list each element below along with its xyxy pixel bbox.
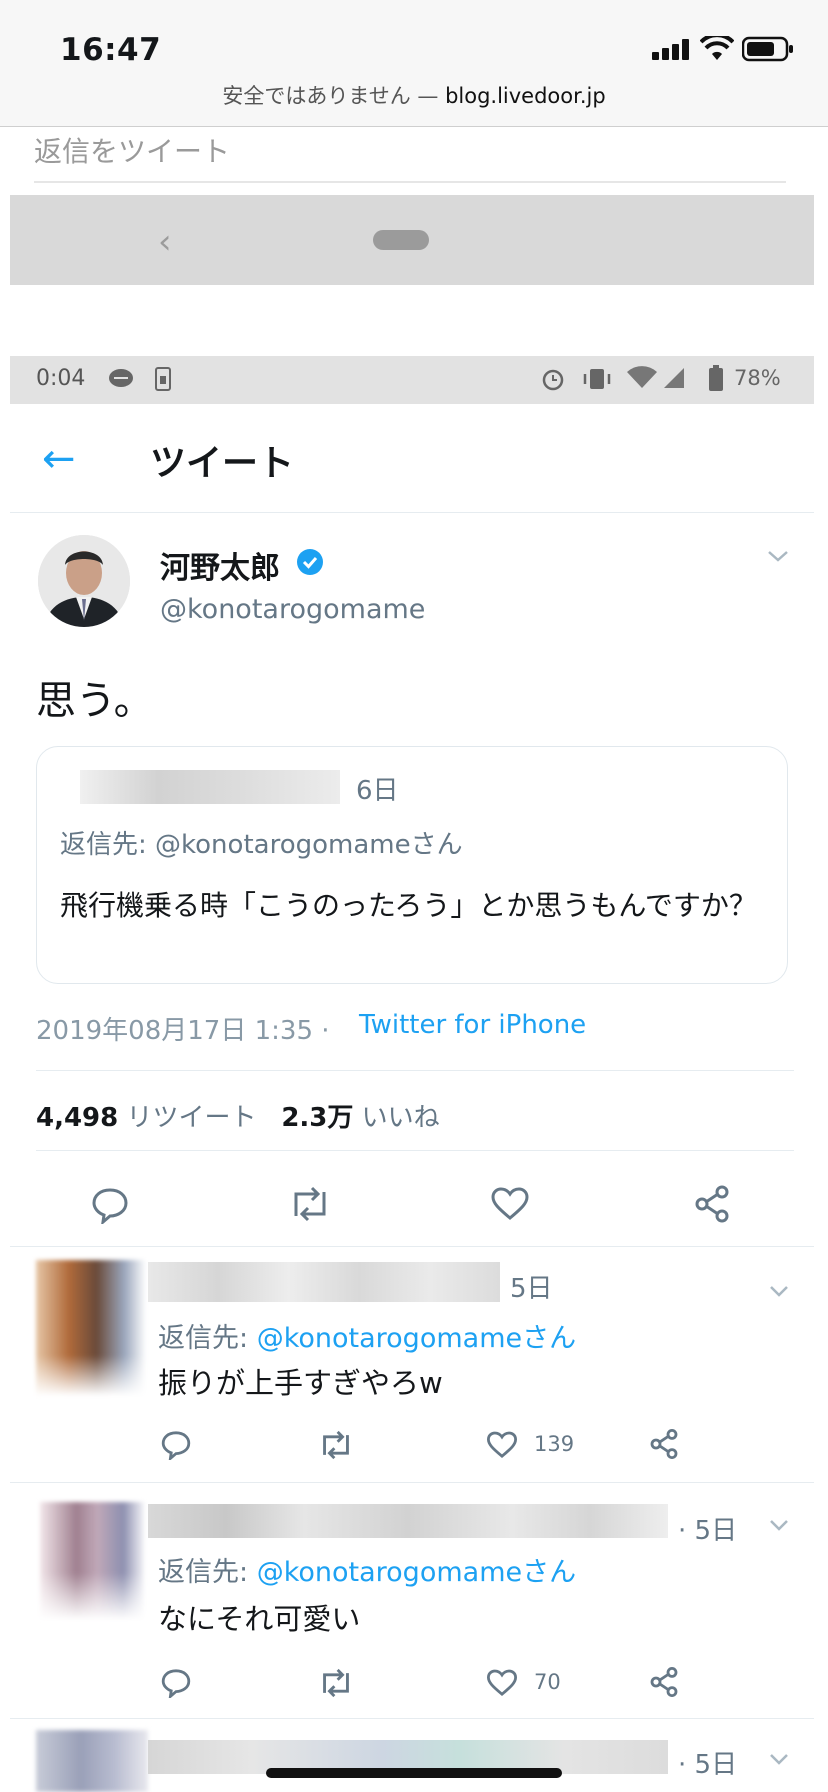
vibrate-icon: [583, 369, 611, 389]
blurred-username: [148, 1262, 500, 1302]
security-warning: 安全ではありません —: [222, 84, 439, 108]
ios-clock: 16:47: [60, 32, 162, 68]
home-indicator[interactable]: [266, 1768, 562, 1778]
android-wifi-icon: [627, 366, 657, 388]
quote-time: 6日: [356, 776, 399, 806]
chevron-down-icon[interactable]: [766, 548, 790, 564]
quote-reply-to: 返信先: @konotarogomameさん: [60, 830, 463, 860]
reply-icon[interactable]: [90, 1184, 130, 1224]
avatar[interactable]: [36, 1260, 146, 1396]
avatar-photo: [38, 535, 130, 627]
tweet-timestamp: 2019年08月17日 1:35 ·: [36, 1016, 330, 1046]
reply-text: なにそれ可愛い: [158, 1602, 361, 1636]
quote-text: 飛行機乗る時「こうのったろう」とか思うもんですか？: [60, 889, 757, 922]
url-host: blog.livedoor.jp: [445, 84, 606, 108]
sim-icon: [155, 367, 171, 391]
tweet-stats: 4,498 リツイート 2.3万 いいね: [36, 1097, 440, 1134]
android-clock: 0:04: [36, 366, 86, 391]
reply-to-label: 返信先:: [158, 1557, 249, 1588]
like-heart-icon[interactable]: [486, 1668, 518, 1698]
divider: [10, 1482, 814, 1483]
reply-time: · 5日: [678, 1750, 738, 1780]
android-signal-icon: [664, 368, 684, 388]
android-back-icon: ‹: [158, 222, 172, 262]
like-count: 139: [534, 1432, 575, 1456]
divider: [10, 1718, 814, 1719]
retweet-icon[interactable]: [288, 1186, 332, 1222]
reply-to-label: 返信先:: [158, 1323, 249, 1354]
like-heart-icon[interactable]: [486, 1430, 518, 1460]
share-icon[interactable]: [692, 1184, 732, 1224]
wifi-icon: [700, 36, 734, 60]
chevron-down-icon[interactable]: [768, 1518, 790, 1532]
like-label: いいね: [361, 1103, 440, 1133]
line-chat-icon: [109, 369, 133, 387]
divider: [36, 1070, 794, 1071]
chevron-down-icon[interactable]: [768, 1752, 790, 1766]
author-handle[interactable]: @konotarogomame: [160, 594, 425, 625]
reply-icon[interactable]: [160, 1428, 192, 1460]
blurred-username: [80, 770, 340, 804]
blurred-username: [148, 1504, 668, 1538]
avatar[interactable]: [38, 535, 130, 627]
alarm-icon: [542, 369, 564, 391]
reply-to-handle[interactable]: @konotarogomameさん: [257, 1323, 576, 1354]
retweet-label: リツイート: [126, 1103, 257, 1133]
reply-tweet-field[interactable]: 返信をツイート: [34, 130, 230, 170]
verified-badge-icon: [297, 549, 323, 575]
chevron-down-icon[interactable]: [768, 1284, 790, 1298]
reply-to: 返信先: @konotarogomameさん: [158, 1550, 576, 1589]
divider: [34, 181, 786, 183]
share-icon[interactable]: [648, 1666, 680, 1698]
android-battery-icon: [709, 365, 723, 391]
android-home-pill-icon: [373, 230, 429, 250]
cellular-signal-icon: [652, 38, 692, 60]
retweet-count[interactable]: 4,498: [36, 1103, 118, 1133]
divider: [10, 512, 814, 513]
divider: [10, 1246, 814, 1247]
like-count: 70: [534, 1670, 561, 1694]
like-heart-icon[interactable]: [490, 1186, 530, 1222]
retweet-icon[interactable]: [318, 1430, 354, 1460]
reply-to: 返信先: @konotarogomameさん: [158, 1316, 576, 1355]
android-battery-percent: 78%: [734, 366, 781, 390]
tweet-text: 思う。: [36, 678, 154, 724]
reply-icon[interactable]: [160, 1666, 192, 1698]
reply-time: 5日: [510, 1274, 553, 1304]
retweet-icon[interactable]: [318, 1668, 354, 1698]
back-arrow-icon[interactable]: ←: [42, 436, 76, 482]
address-bar[interactable]: 安全ではありません — blog.livedoor.jp: [0, 80, 828, 110]
divider: [36, 1150, 794, 1151]
share-icon[interactable]: [648, 1428, 680, 1460]
author-name[interactable]: 河野太郎: [160, 543, 280, 587]
reply-to-handle[interactable]: @konotarogomameさん: [257, 1557, 576, 1588]
page-title: ツイート: [150, 443, 295, 484]
battery-icon: [742, 36, 793, 62]
avatar[interactable]: [40, 1502, 144, 1620]
like-count[interactable]: 2.3万: [281, 1103, 353, 1133]
reply-text: 振りが上手すぎやろw: [158, 1366, 443, 1400]
tweet-source-link[interactable]: Twitter for iPhone: [359, 1010, 586, 1040]
avatar[interactable]: [36, 1730, 148, 1792]
reply-time: · 5日: [678, 1516, 738, 1546]
